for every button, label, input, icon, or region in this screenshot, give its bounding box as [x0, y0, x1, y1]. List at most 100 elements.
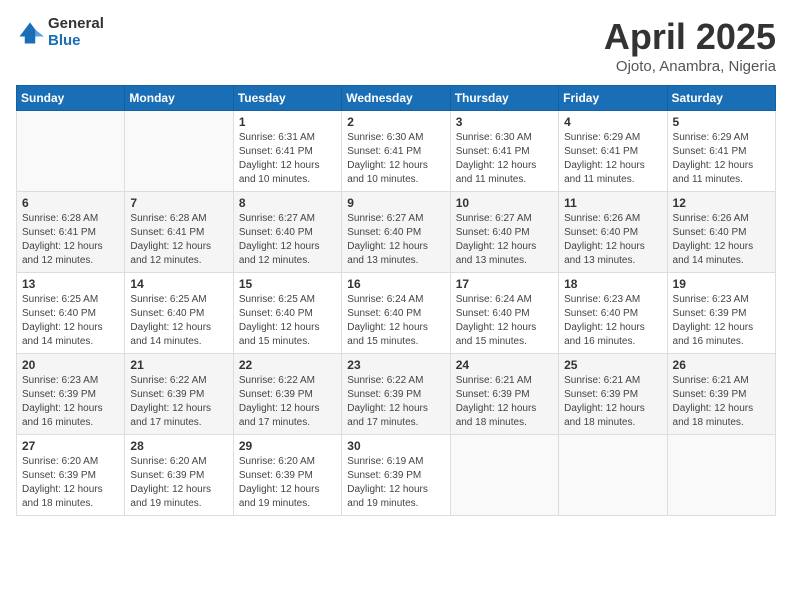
day-detail: Sunrise: 6:24 AM Sunset: 6:40 PM Dayligh…: [347, 293, 444, 349]
day-detail: Sunrise: 6:25 AM Sunset: 6:40 PM Dayligh…: [239, 293, 336, 349]
calendar-cell: 29 Sunrise: 6:20 AM Sunset: 6:39 PM Dayli…: [233, 435, 341, 516]
calendar-cell: [450, 435, 558, 516]
day-number: 27: [22, 439, 119, 453]
day-number: 15: [239, 277, 336, 291]
day-number: 22: [239, 358, 336, 372]
day-number: 29: [239, 439, 336, 453]
day-detail: Sunrise: 6:25 AM Sunset: 6:40 PM Dayligh…: [22, 293, 119, 349]
calendar-header-sunday: Sunday: [17, 86, 125, 111]
day-detail: Sunrise: 6:28 AM Sunset: 6:41 PM Dayligh…: [130, 212, 227, 268]
calendar-cell: [559, 435, 667, 516]
calendar-cell: 14 Sunrise: 6:25 AM Sunset: 6:40 PM Dayli…: [125, 273, 233, 354]
calendar-cell: 16 Sunrise: 6:24 AM Sunset: 6:40 PM Dayli…: [342, 273, 450, 354]
calendar-location: Ojoto, Anambra, Nigeria: [604, 58, 776, 75]
day-number: 19: [673, 277, 770, 291]
calendar-cell: [667, 435, 775, 516]
calendar-cell: 12 Sunrise: 6:26 AM Sunset: 6:40 PM Dayli…: [667, 192, 775, 273]
day-detail: Sunrise: 6:27 AM Sunset: 6:40 PM Dayligh…: [347, 212, 444, 268]
day-number: 7: [130, 196, 227, 210]
day-number: 14: [130, 277, 227, 291]
day-detail: Sunrise: 6:20 AM Sunset: 6:39 PM Dayligh…: [130, 455, 227, 511]
day-detail: Sunrise: 6:23 AM Sunset: 6:39 PM Dayligh…: [673, 293, 770, 349]
day-number: 18: [564, 277, 661, 291]
day-detail: Sunrise: 6:19 AM Sunset: 6:39 PM Dayligh…: [347, 455, 444, 511]
day-detail: Sunrise: 6:26 AM Sunset: 6:40 PM Dayligh…: [564, 212, 661, 268]
calendar-cell: 3 Sunrise: 6:30 AM Sunset: 6:41 PM Daylig…: [450, 111, 558, 192]
calendar-cell: 23 Sunrise: 6:22 AM Sunset: 6:39 PM Dayli…: [342, 354, 450, 435]
calendar-cell: [17, 111, 125, 192]
calendar-cell: 10Sunrise: 6:27 AM Sunset: 6:40 PM Dayli…: [450, 192, 558, 273]
calendar-title: April 2025: [604, 16, 776, 58]
day-detail: Sunrise: 6:26 AM Sunset: 6:40 PM Dayligh…: [673, 212, 770, 268]
calendar-cell: 2 Sunrise: 6:30 AM Sunset: 6:41 PM Daylig…: [342, 111, 450, 192]
calendar-cell: 1Sunrise: 6:31 AM Sunset: 6:41 PM Daylig…: [233, 111, 341, 192]
day-detail: Sunrise: 6:28 AM Sunset: 6:41 PM Dayligh…: [22, 212, 119, 268]
calendar-cell: 22 Sunrise: 6:22 AM Sunset: 6:39 PM Dayli…: [233, 354, 341, 435]
calendar-week-row: 20Sunrise: 6:23 AM Sunset: 6:39 PM Dayli…: [17, 354, 776, 435]
day-detail: Sunrise: 6:30 AM Sunset: 6:41 PM Dayligh…: [347, 131, 444, 187]
calendar-cell: 13 Sunrise: 6:25 AM Sunset: 6:40 PM Dayli…: [17, 273, 125, 354]
calendar-header-saturday: Saturday: [667, 86, 775, 111]
calendar-week-row: 27 Sunrise: 6:20 AM Sunset: 6:39 PM Dayli…: [17, 435, 776, 516]
calendar-week-row: 6Sunrise: 6:28 AM Sunset: 6:41 PM Daylig…: [17, 192, 776, 273]
calendar-cell: 25 Sunrise: 6:21 AM Sunset: 6:39 PM Dayli…: [559, 354, 667, 435]
day-detail: Sunrise: 6:24 AM Sunset: 6:40 PM Dayligh…: [456, 293, 553, 349]
calendar-header-monday: Monday: [125, 86, 233, 111]
calendar-cell: 26 Sunrise: 6:21 AM Sunset: 6:39 PM Dayli…: [667, 354, 775, 435]
day-number: 30: [347, 439, 444, 453]
calendar-cell: 4Sunrise: 6:29 AM Sunset: 6:41 PM Daylig…: [559, 111, 667, 192]
day-detail: Sunrise: 6:27 AM Sunset: 6:40 PM Dayligh…: [456, 212, 553, 268]
day-number: 13: [22, 277, 119, 291]
calendar-header-friday: Friday: [559, 86, 667, 111]
day-number: 3: [456, 115, 553, 129]
day-number: 5: [673, 115, 770, 129]
page-header: General Blue April 2025 Ojoto, Anambra, …: [16, 16, 776, 75]
day-detail: Sunrise: 6:25 AM Sunset: 6:40 PM Dayligh…: [130, 293, 227, 349]
day-detail: Sunrise: 6:22 AM Sunset: 6:39 PM Dayligh…: [347, 374, 444, 430]
day-number: 1: [239, 115, 336, 129]
calendar-cell: 24Sunrise: 6:21 AM Sunset: 6:39 PM Dayli…: [450, 354, 558, 435]
day-number: 20: [22, 358, 119, 372]
day-number: 21: [130, 358, 227, 372]
day-number: 2: [347, 115, 444, 129]
calendar-cell: 28 Sunrise: 6:20 AM Sunset: 6:39 PM Dayli…: [125, 435, 233, 516]
day-number: 25: [564, 358, 661, 372]
calendar-cell: [125, 111, 233, 192]
day-detail: Sunrise: 6:29 AM Sunset: 6:41 PM Dayligh…: [673, 131, 770, 187]
day-number: 12: [673, 196, 770, 210]
day-number: 23: [347, 358, 444, 372]
day-detail: Sunrise: 6:29 AM Sunset: 6:41 PM Dayligh…: [564, 131, 661, 187]
day-number: 24: [456, 358, 553, 372]
calendar-header-thursday: Thursday: [450, 86, 558, 111]
calendar-cell: 30 Sunrise: 6:19 AM Sunset: 6:39 PM Dayli…: [342, 435, 450, 516]
day-number: 28: [130, 439, 227, 453]
logo-text: General Blue: [48, 16, 104, 49]
day-detail: Sunrise: 6:22 AM Sunset: 6:39 PM Dayligh…: [239, 374, 336, 430]
calendar-table: SundayMondayTuesdayWednesdayThursdayFrid…: [16, 85, 776, 516]
day-detail: Sunrise: 6:30 AM Sunset: 6:41 PM Dayligh…: [456, 131, 553, 187]
day-detail: Sunrise: 6:20 AM Sunset: 6:39 PM Dayligh…: [239, 455, 336, 511]
day-detail: Sunrise: 6:22 AM Sunset: 6:39 PM Dayligh…: [130, 374, 227, 430]
day-number: 16: [347, 277, 444, 291]
day-detail: Sunrise: 6:27 AM Sunset: 6:40 PM Dayligh…: [239, 212, 336, 268]
day-number: 26: [673, 358, 770, 372]
calendar-week-row: 13 Sunrise: 6:25 AM Sunset: 6:40 PM Dayli…: [17, 273, 776, 354]
calendar-week-row: 1Sunrise: 6:31 AM Sunset: 6:41 PM Daylig…: [17, 111, 776, 192]
logo-general-text: General: [48, 16, 104, 33]
day-detail: Sunrise: 6:23 AM Sunset: 6:40 PM Dayligh…: [564, 293, 661, 349]
calendar-cell: 5 Sunrise: 6:29 AM Sunset: 6:41 PM Daylig…: [667, 111, 775, 192]
calendar-header-row: SundayMondayTuesdayWednesdayThursdayFrid…: [17, 86, 776, 111]
calendar-cell: 17 Sunrise: 6:24 AM Sunset: 6:40 PM Dayli…: [450, 273, 558, 354]
calendar-cell: 11 Sunrise: 6:26 AM Sunset: 6:40 PM Dayli…: [559, 192, 667, 273]
calendar-header-wednesday: Wednesday: [342, 86, 450, 111]
calendar-cell: 15 Sunrise: 6:25 AM Sunset: 6:40 PM Dayli…: [233, 273, 341, 354]
day-detail: Sunrise: 6:21 AM Sunset: 6:39 PM Dayligh…: [673, 374, 770, 430]
day-detail: Sunrise: 6:20 AM Sunset: 6:39 PM Dayligh…: [22, 455, 119, 511]
day-detail: Sunrise: 6:21 AM Sunset: 6:39 PM Dayligh…: [564, 374, 661, 430]
day-number: 8: [239, 196, 336, 210]
calendar-cell: 27 Sunrise: 6:20 AM Sunset: 6:39 PM Dayli…: [17, 435, 125, 516]
calendar-cell: 20Sunrise: 6:23 AM Sunset: 6:39 PM Dayli…: [17, 354, 125, 435]
day-number: 11: [564, 196, 661, 210]
calendar-cell: 8 Sunrise: 6:27 AM Sunset: 6:40 PM Daylig…: [233, 192, 341, 273]
day-number: 17: [456, 277, 553, 291]
